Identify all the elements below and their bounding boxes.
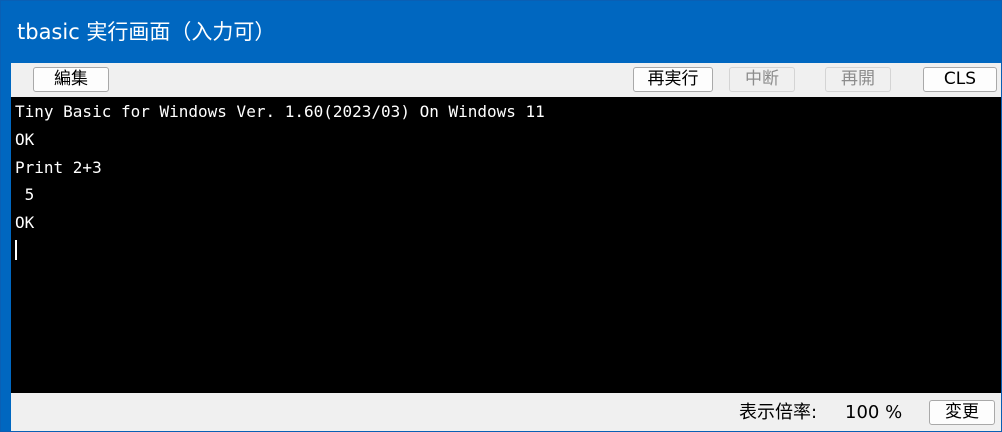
title-bar[interactable]: tbasic 実行画面（入力可）: [1, 1, 1001, 63]
console-line: 5: [15, 185, 35, 204]
change-zoom-button[interactable]: 変更: [929, 400, 995, 425]
toolbar: 編集 再実行 中断 再開 CLS: [11, 63, 1001, 97]
rerun-button[interactable]: 再実行: [633, 67, 713, 92]
console-line: OK: [15, 213, 35, 232]
resume-button[interactable]: 再開: [825, 67, 891, 92]
console-line: Tiny Basic for Windows Ver. 1.60(2023/03…: [15, 102, 545, 121]
console-line: Print 2+3: [15, 158, 102, 177]
pause-button[interactable]: 中断: [729, 67, 795, 92]
text-cursor: [15, 240, 17, 260]
window-title: tbasic 実行画面（入力可）: [17, 20, 276, 44]
tbasic-window: tbasic 実行画面（入力可） 編集 再実行 中断 再開 CLS Tiny B…: [0, 0, 1002, 432]
cls-button[interactable]: CLS: [923, 67, 997, 92]
edit-button[interactable]: 編集: [33, 67, 109, 92]
zoom-label: 表示倍率:: [739, 402, 818, 423]
console-line: OK: [15, 130, 35, 149]
console-output[interactable]: Tiny Basic for Windows Ver. 1.60(2023/03…: [11, 97, 1001, 393]
zoom-value: 100 %: [845, 402, 903, 423]
status-bar: 表示倍率: 100 % 変更: [11, 393, 1001, 431]
